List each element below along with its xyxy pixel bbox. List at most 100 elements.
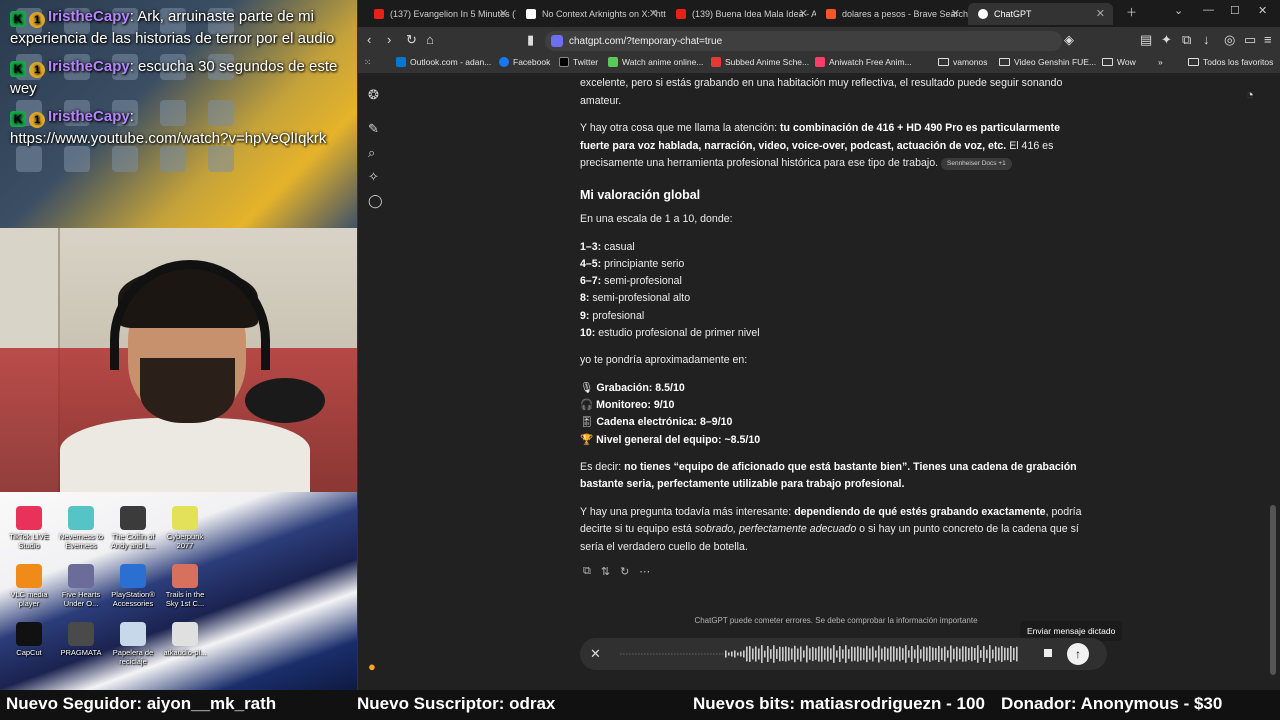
waveform-bar bbox=[923, 646, 925, 662]
new-chat-icon[interactable]: ✎ bbox=[368, 121, 379, 137]
waveform-bar bbox=[983, 646, 985, 662]
desktop-icon[interactable]: Five Hearts Under O... bbox=[56, 564, 106, 622]
copy-icon[interactable]: ⧉ bbox=[583, 565, 591, 578]
new-tab-button[interactable]: ＋ bbox=[1126, 4, 1137, 20]
waveform-bar bbox=[860, 647, 862, 661]
chat-message: K 1 IristheCapy: escucha 30 segundos de es… bbox=[10, 56, 350, 100]
close-icon[interactable]: ✕ bbox=[649, 7, 658, 20]
desktop-icon[interactable]: Cyberpunk 2077 bbox=[160, 506, 210, 564]
apps-icon[interactable]: ⁙ bbox=[364, 57, 371, 68]
more-icon[interactable]: ⋯ bbox=[639, 565, 650, 578]
brave-shields-icon[interactable]: ◈ bbox=[1064, 32, 1074, 48]
waveform-bar bbox=[911, 646, 913, 662]
waveform-bar bbox=[872, 646, 874, 662]
minimize-button[interactable]: — bbox=[1203, 4, 1214, 16]
back-icon[interactable]: ‹ bbox=[367, 32, 371, 47]
waveform-bar bbox=[656, 653, 658, 655]
chat-bubble-icon[interactable]: ◯ bbox=[368, 193, 383, 209]
desktop-icon[interactable]: VLC media player bbox=[4, 564, 54, 622]
browser-tab-active[interactable]: ChatGPT ✕ bbox=[968, 3, 1113, 25]
waveform-bar bbox=[683, 653, 685, 655]
browser-tab[interactable]: No Context Arknights on X: "http ✕ bbox=[516, 3, 666, 25]
vpn-icon[interactable]: ◎ bbox=[1224, 32, 1235, 48]
paragraph-text: En una escala de 1 a 10, donde: bbox=[580, 213, 733, 225]
bookmark-item[interactable]: Outlook.com - adan... bbox=[396, 57, 491, 67]
close-icon[interactable]: ✕ bbox=[951, 7, 960, 20]
desktop-icon[interactable]: The Coffin of Andy and L... bbox=[108, 506, 158, 564]
user-avatar-icon[interactable]: ● bbox=[368, 659, 376, 674]
site-info-icon[interactable] bbox=[551, 35, 563, 47]
extensions-icon[interactable]: ✦ bbox=[1161, 32, 1172, 48]
waveform-bar bbox=[1004, 647, 1006, 661]
brave-icon bbox=[826, 9, 836, 19]
bookmark-item[interactable]: Aniwatch Free Anim... bbox=[815, 57, 912, 67]
url-field[interactable]: chatgpt.com/?temporary-chat=true bbox=[545, 31, 1062, 51]
send-dictation-button[interactable]: ↑ bbox=[1067, 643, 1089, 665]
waveform-bar bbox=[953, 648, 955, 660]
chat-separator: : bbox=[129, 58, 134, 75]
desktop-icon[interactable]: PRAGMATA bbox=[56, 622, 106, 680]
waveform-bar bbox=[881, 648, 883, 660]
waveform-bar bbox=[743, 650, 745, 658]
browser-tab[interactable]: (139) Buena Idea Mala Idea - Ani ✕ bbox=[666, 3, 816, 25]
bookmark-folder[interactable]: Wow bbox=[1102, 57, 1136, 67]
forward-icon[interactable]: › bbox=[387, 32, 391, 47]
tab-list-icon[interactable]: ⌄ bbox=[1174, 4, 1183, 17]
app-icon bbox=[68, 564, 94, 588]
waveform-bar bbox=[944, 646, 946, 662]
desktop-icon[interactable]: Trails in the Sky 1st C... bbox=[160, 564, 210, 622]
close-window-button[interactable]: ✕ bbox=[1258, 4, 1267, 17]
more-bookmarks-icon[interactable]: » bbox=[1158, 57, 1163, 67]
waveform-bar bbox=[695, 653, 697, 655]
download-icon[interactable]: ↓ bbox=[1203, 32, 1210, 47]
menu-icon[interactable]: ≡ bbox=[1264, 32, 1272, 47]
temporary-chat-icon[interactable]: ◔ bbox=[1246, 87, 1254, 102]
bookmark-item[interactable]: Twitter bbox=[559, 57, 598, 67]
list-key: 8: bbox=[580, 292, 590, 305]
wallet-icon[interactable]: ▭ bbox=[1244, 32, 1256, 48]
desktop-icon[interactable]: PlayStation® Accessories bbox=[108, 564, 158, 622]
new-bits-text: Nuevos bits: matiasrodriguezn - 100 bbox=[693, 694, 985, 713]
desktop-icon-label: PRAGMATA bbox=[60, 648, 102, 657]
feedback-icon[interactable]: ⇅ bbox=[601, 565, 610, 578]
sidebar-icon[interactable]: ▤ bbox=[1140, 32, 1152, 48]
regenerate-icon[interactable]: ↻ bbox=[620, 565, 629, 578]
search-icon[interactable]: ⌕ bbox=[368, 145, 375, 161]
desktop-icon[interactable]: TikTok LIVE Studio bbox=[4, 506, 54, 564]
scrollbar[interactable] bbox=[1270, 505, 1276, 675]
bookmark-folder[interactable]: vamonos bbox=[938, 57, 988, 67]
desktop-icon[interactable]: Neverness to Everness bbox=[56, 506, 106, 564]
desktop-icon[interactable]: atkaudio-pl... bbox=[160, 622, 210, 680]
close-icon[interactable]: ✕ bbox=[499, 7, 508, 20]
reload-icon[interactable]: ↻ bbox=[406, 32, 417, 48]
bookmark-item[interactable]: Watch anime online... bbox=[608, 57, 703, 67]
bookmark-label: Twitter bbox=[573, 57, 599, 67]
bookmark-icon[interactable]: ▮ bbox=[527, 32, 534, 48]
close-icon[interactable]: ✕ bbox=[1096, 7, 1105, 20]
close-icon[interactable]: ✕ bbox=[799, 7, 808, 20]
waveform-bar bbox=[821, 646, 823, 662]
source-citation-chip[interactable]: Sennheiser Docs +1 bbox=[941, 158, 1012, 170]
dictation-composer: ✕ ↑ bbox=[580, 638, 1107, 670]
home-icon[interactable]: ⌂ bbox=[426, 32, 434, 47]
cancel-dictation-button[interactable]: ✕ bbox=[590, 646, 601, 662]
desktop-icon[interactable]: CapCut bbox=[4, 622, 54, 680]
maximize-button[interactable]: ☐ bbox=[1230, 4, 1240, 17]
stop-recording-button[interactable] bbox=[1044, 649, 1052, 657]
chatgpt-logo-icon[interactable]: ❂ bbox=[368, 87, 379, 103]
bookmark-item[interactable]: Facebook bbox=[499, 57, 550, 67]
browser-tab[interactable]: dolares a pesos - Brave Search ✕ bbox=[816, 3, 968, 25]
paragraph: Es decir: no tienes “equipo de aficionad… bbox=[580, 459, 1090, 494]
bookmark-item[interactable]: Subbed Anime Sche... bbox=[711, 57, 809, 67]
list-item: 8: semi-profesional alto bbox=[580, 290, 1090, 307]
waveform-bar bbox=[899, 646, 901, 662]
bookmark-folder[interactable]: Video Genshin FUE... bbox=[999, 57, 1096, 67]
message-actions: ⧉ ⇅ ↻ ⋯ bbox=[583, 565, 650, 578]
browser-tab[interactable]: (137) Evangelion In 5 Minutes (Th ✕ bbox=[364, 3, 516, 25]
translate-icon[interactable]: ⧉ bbox=[1182, 32, 1191, 48]
list-value: profesional bbox=[589, 309, 645, 322]
desktop-icon[interactable]: Papelera de reciclaje bbox=[108, 622, 158, 680]
pin-icon[interactable]: ✧ bbox=[368, 169, 379, 185]
desktop-icon-label: The Coffin of Andy and L... bbox=[110, 532, 156, 550]
bookmark-folder[interactable]: Todos los favoritos bbox=[1188, 57, 1273, 67]
